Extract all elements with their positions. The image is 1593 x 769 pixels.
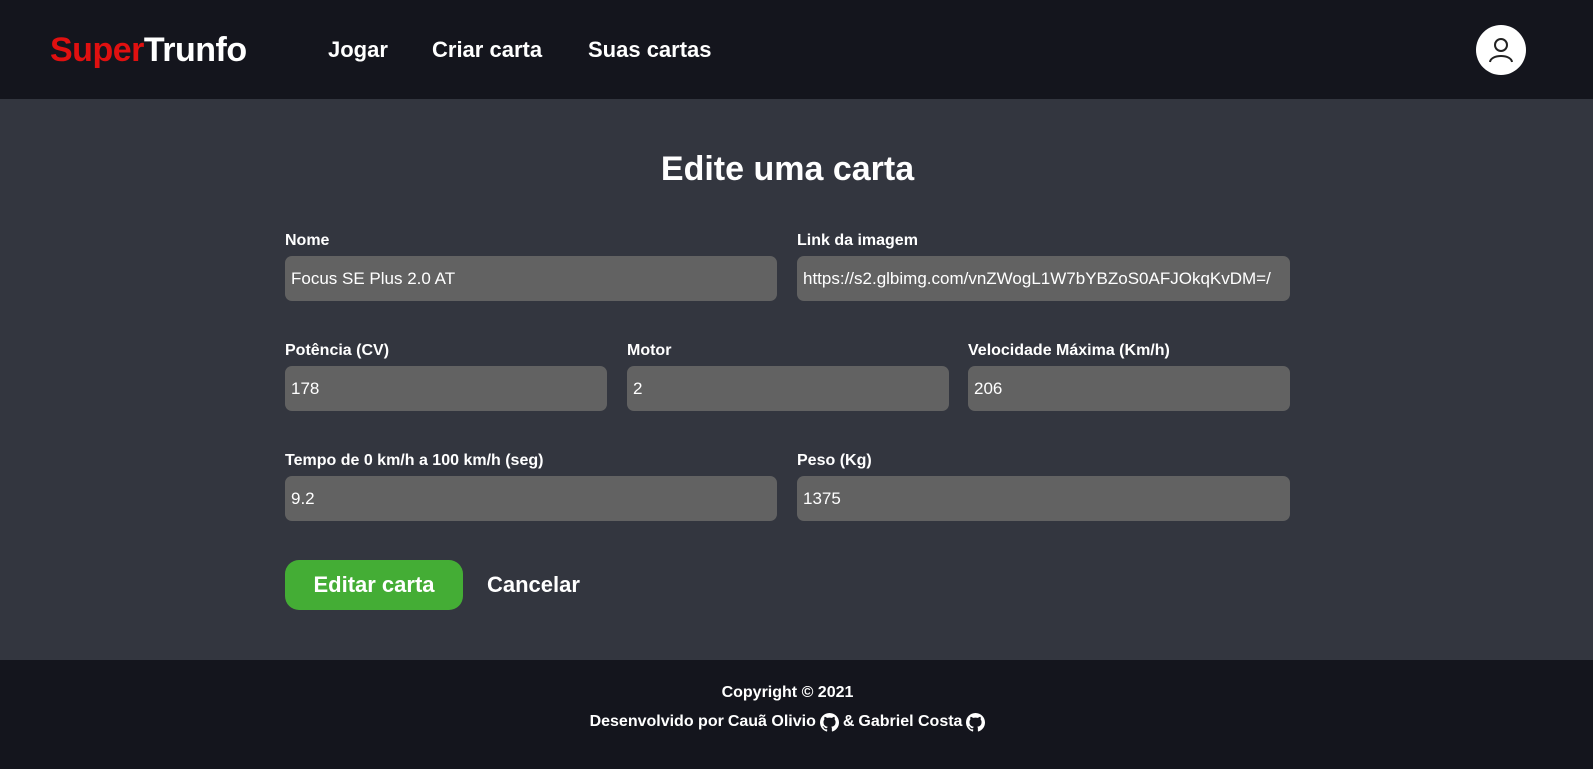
tempo-label: Tempo de 0 km/h a 100 km/h (seg) [285, 452, 544, 469]
top-navbar: SuperTrunfo Jogar Criar carta Suas carta… [0, 0, 1593, 99]
tempo-input[interactable] [285, 476, 777, 521]
cancelar-button[interactable]: Cancelar [487, 571, 580, 599]
credits-prefix: Desenvolvido por [589, 713, 724, 730]
brand-logo[interactable]: SuperTrunfo [50, 30, 247, 70]
author-gabriel: Gabriel Costa [858, 713, 963, 730]
nav-jogar[interactable]: Jogar [328, 36, 388, 64]
editar-carta-button[interactable]: Editar carta [285, 560, 463, 610]
motor-input[interactable] [627, 366, 949, 411]
user-icon [1489, 38, 1513, 63]
potencia-input[interactable] [285, 366, 607, 411]
potencia-label: Potência (CV) [285, 342, 390, 359]
github-icon[interactable] [966, 712, 986, 732]
motor-label: Motor [627, 342, 672, 359]
credits-separator: & [842, 713, 855, 730]
nome-label: Nome [285, 232, 330, 249]
copyright-text: Copyright © 2021 [721, 684, 854, 701]
nome-input[interactable] [285, 256, 777, 301]
nav-criar-carta[interactable]: Criar carta [432, 36, 542, 64]
imagem-link-input[interactable] [797, 256, 1290, 301]
main-content: Edite uma carta Nome Link da imagem Potê… [0, 99, 1593, 660]
brand-part-super: Super [50, 31, 144, 69]
velocidade-label: Velocidade Máxima (Km/h) [968, 342, 1170, 359]
peso-label: Peso (Kg) [797, 452, 872, 469]
author-cauã: Cauã Olivio [727, 713, 816, 730]
page-title: Edite uma carta [660, 150, 915, 188]
footer: Copyright © 2021 Desenvolvido por Cauã O… [0, 660, 1593, 769]
peso-input[interactable] [797, 476, 1290, 521]
credits-line: Desenvolvido por Cauã Olivio & Gabriel C… [0, 712, 1575, 732]
nav-suas-cartas[interactable]: Suas cartas [588, 36, 712, 64]
user-avatar-button[interactable] [1476, 25, 1526, 75]
brand-part-trunfo: Trunfo [143, 31, 247, 69]
imagem-label: Link da imagem [797, 232, 918, 249]
velocidade-input[interactable] [968, 366, 1290, 411]
github-icon[interactable] [819, 712, 839, 732]
